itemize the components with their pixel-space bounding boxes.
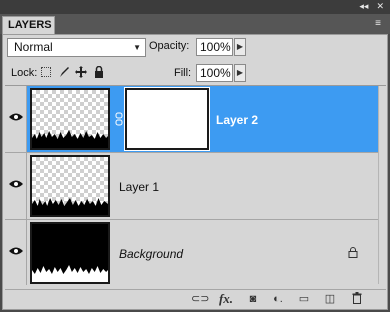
- blend-mode-select[interactable]: Normal ▼: [7, 38, 146, 57]
- layer-name: Layer 1: [119, 180, 160, 194]
- layer-thumbnail[interactable]: [30, 155, 110, 217]
- layers-scrollbar[interactable]: [378, 86, 386, 284]
- visibility-toggle[interactable]: [5, 220, 27, 285]
- panel-tab-row: LAYERS ≡: [0, 14, 390, 34]
- eye-icon: [9, 113, 23, 121]
- layer-mask-thumbnail[interactable]: [124, 87, 210, 151]
- opacity-input[interactable]: 100%: [196, 38, 233, 56]
- layer-row-layer-1[interactable]: Layer 1: [5, 153, 386, 220]
- opacity-slider-toggle[interactable]: ▶: [234, 38, 246, 56]
- layers-toolbar: ⊂⊃ fx. ◙ ◐. ▭ ◫: [5, 289, 386, 307]
- layers-list: Layer 2 Layer 1 Background: [5, 85, 386, 285]
- move-icon[interactable]: [75, 66, 87, 78]
- brush-icon[interactable]: [58, 66, 70, 78]
- folder-icon[interactable]: ▭: [297, 292, 311, 306]
- layer-row-layer-2[interactable]: Layer 2: [5, 86, 386, 153]
- layer-row-background[interactable]: Background: [5, 220, 386, 285]
- opacity-label: Opacity:: [149, 40, 190, 52]
- trash-icon[interactable]: [351, 292, 363, 306]
- visibility-toggle[interactable]: [5, 153, 27, 219]
- blend-mode-value: Normal: [14, 40, 53, 54]
- layer-thumbnail[interactable]: [30, 88, 110, 150]
- fill-input[interactable]: 100%: [196, 64, 233, 82]
- lock-label: Lock:: [11, 67, 38, 79]
- fx-icon[interactable]: fx.: [217, 292, 235, 306]
- layers-panel-frame: ◂◂ ✕ LAYERS ≡ Normal ▼ Opacity: 100% ▶ L…: [0, 0, 390, 312]
- layer-name: Layer 2: [216, 113, 259, 127]
- close-icon[interactable]: ✕: [376, 1, 384, 12]
- panel-menu-icon[interactable]: ≡: [371, 18, 385, 30]
- panel-title-strip: ◂◂ ✕: [0, 0, 390, 14]
- eye-icon: [9, 247, 23, 255]
- lock-transparent-icon[interactable]: [41, 67, 51, 77]
- tab-layers[interactable]: LAYERS: [2, 16, 55, 34]
- collapse-icon[interactable]: ◂◂: [359, 1, 368, 12]
- fill-label: Fill:: [174, 67, 192, 79]
- fill-slider-toggle[interactable]: ▶: [234, 64, 246, 82]
- layer-thumbnail[interactable]: [30, 222, 110, 284]
- new-layer-icon[interactable]: ◫: [323, 292, 337, 306]
- chain-link-icon[interactable]: [115, 112, 123, 126]
- visibility-toggle[interactable]: [5, 86, 27, 152]
- chevron-down-icon: ▼: [133, 43, 141, 52]
- eye-icon: [9, 180, 23, 188]
- lock-icon[interactable]: [93, 65, 105, 78]
- adjustment-layer-icon[interactable]: ◐.: [270, 292, 286, 306]
- link-layers-icon[interactable]: ⊂⊃: [191, 292, 209, 306]
- layer-name: Background: [119, 247, 184, 261]
- panel-window-controls: ◂◂ ✕: [359, 1, 384, 12]
- lock-icon: [348, 247, 358, 258]
- layers-panel-body: Normal ▼ Opacity: 100% ▶ Lock: Fill: 100…: [2, 34, 388, 310]
- add-mask-icon[interactable]: ◙: [246, 292, 260, 306]
